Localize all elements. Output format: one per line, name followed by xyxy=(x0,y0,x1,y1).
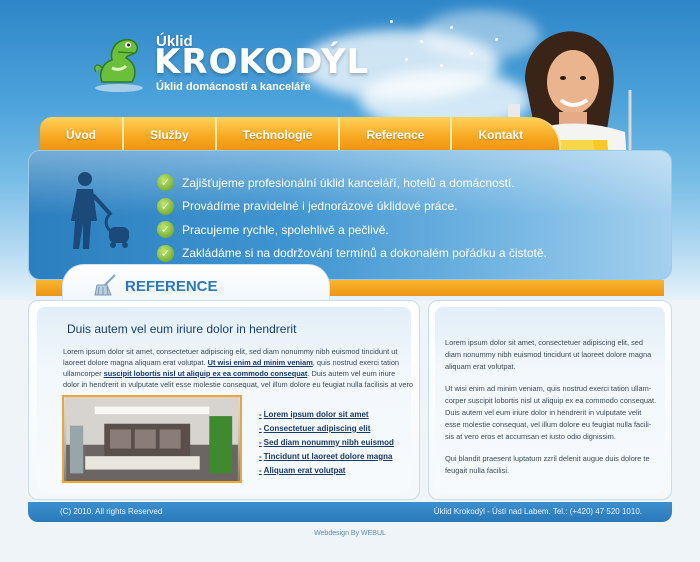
nav-item-sluzby[interactable]: Služby xyxy=(124,117,217,153)
vacuum-cleaner-person-icon xyxy=(71,172,129,249)
feature-item: ✓ Zajišťujeme profesionální úklid kancelá… xyxy=(157,171,547,195)
reference-link[interactable]: - Lorem ipsum dolor sit amet xyxy=(259,407,394,421)
crocodile-mascot-icon xyxy=(94,38,143,92)
reference-link[interactable]: - Aliquam erat volutpat xyxy=(259,463,394,477)
sidebar-text: Lorem ipsum dolor sit amet, consectetuer… xyxy=(445,337,657,488)
logo-title: KROKODÝL xyxy=(154,42,370,82)
inline-link[interactable]: Ut wisi enim ad minim veniam xyxy=(208,358,313,367)
reference-links-list: - Lorem ipsum dolor sit amet - Consectetue… xyxy=(259,407,394,477)
main-navigation: Úvod Služby Technologie Reference Kontak… xyxy=(40,117,562,153)
checkmark-icon: ✓ xyxy=(157,244,174,262)
feature-text: Provádíme pravidelné i jednorázové úklid… xyxy=(182,199,458,214)
feature-text: Zajišťujeme profesionální úklid kancelář… xyxy=(182,175,515,190)
site-footer: (C) 2010. All rights Reserved Úklid Krok… xyxy=(28,502,672,522)
features-banner: ✓ Zajišťujeme profesionální úklid kancelá… xyxy=(28,150,672,280)
checkmark-icon: ✓ xyxy=(157,197,174,215)
kitchen-image xyxy=(66,397,238,481)
left-content-panel: Duis autem vel eum iriure dolor in hendr… xyxy=(28,300,420,500)
site-logo[interactable]: Úklid KROKODÝL Úklid domácností a kancel… xyxy=(88,30,368,100)
section-title: REFERENCE xyxy=(125,278,218,295)
feature-item: ✓ Zakládáme si na dodržování termínů a do… xyxy=(157,242,547,266)
link-text[interactable]: Lorem ipsum dolor sit amet xyxy=(264,410,369,419)
reference-link[interactable]: - Tincidunt ut laoreet dolore magna xyxy=(259,449,394,463)
feature-item: ✓ Pracujeme rychle, spolehlivě a pečlivě. xyxy=(157,218,547,242)
contact-info: Úklid Krokodýl - Ústí nad Labem. Tel.: (… xyxy=(433,507,642,516)
link-text[interactable]: Sed diam nonummy nibh euismod xyxy=(264,438,394,447)
inline-link[interactable]: suscipit lobortis nisl ut aliquip ex ea … xyxy=(104,369,308,378)
page: Úklid KROKODÝL Úklid domácností a kancel… xyxy=(0,0,700,562)
link-text[interactable]: Tincidunt ut laoreet dolore magna xyxy=(264,452,393,461)
logo-tagline: Úklid domácností a kanceláře xyxy=(156,81,311,93)
link-text[interactable]: Aliquam erat volutpat xyxy=(264,466,346,475)
copyright-text: (C) 2010. All rights Reserved xyxy=(60,507,163,516)
nav-item-kontakt[interactable]: Kontakt xyxy=(452,117,562,153)
feature-text: Zakládáme si na dodržování termínů a dok… xyxy=(182,246,547,261)
right-content-panel: Lorem ipsum dolor sit amet, consectetuer… xyxy=(428,300,672,500)
reference-link[interactable]: - Sed diam nonummy nibh euismod xyxy=(259,435,394,449)
sidebar-paragraph: Ut wisi enim ad minim veniam, quis nostr… xyxy=(445,384,657,441)
feature-item: ✓ Provádíme pravidelné i jednorázové úkli… xyxy=(157,195,547,219)
features-list: ✓ Zajišťujeme profesionální úklid kancelá… xyxy=(157,171,547,265)
broom-icon xyxy=(94,274,116,296)
checkmark-icon: ✓ xyxy=(157,174,174,192)
reference-link[interactable]: - Consectetuer adipiscing elit xyxy=(259,421,394,435)
sidebar-paragraph: Qui blandit praesent luptatum zzril dele… xyxy=(445,454,650,476)
webdesign-credit[interactable]: Webdesign By WEBUL xyxy=(0,530,700,537)
nav-item-uvod[interactable]: Úvod xyxy=(40,117,124,153)
link-text[interactable]: Consectetuer adipiscing elit xyxy=(264,424,371,433)
checkmark-icon: ✓ xyxy=(157,221,174,239)
content-paragraph: Lorem ipsum dolor sit amet, consectetuer… xyxy=(63,346,413,390)
kitchen-photo xyxy=(62,395,242,483)
nav-item-technologie[interactable]: Technologie xyxy=(216,117,341,153)
feature-text: Pracujeme rychle, spolehlivě a pečlivě. xyxy=(182,222,389,237)
content-heading: Duis autem vel eum iriure dolor in hendr… xyxy=(67,322,297,336)
nav-item-reference[interactable]: Reference xyxy=(340,117,453,153)
sidebar-paragraph: Lorem ipsum dolor sit amet, consectetuer… xyxy=(445,338,652,371)
